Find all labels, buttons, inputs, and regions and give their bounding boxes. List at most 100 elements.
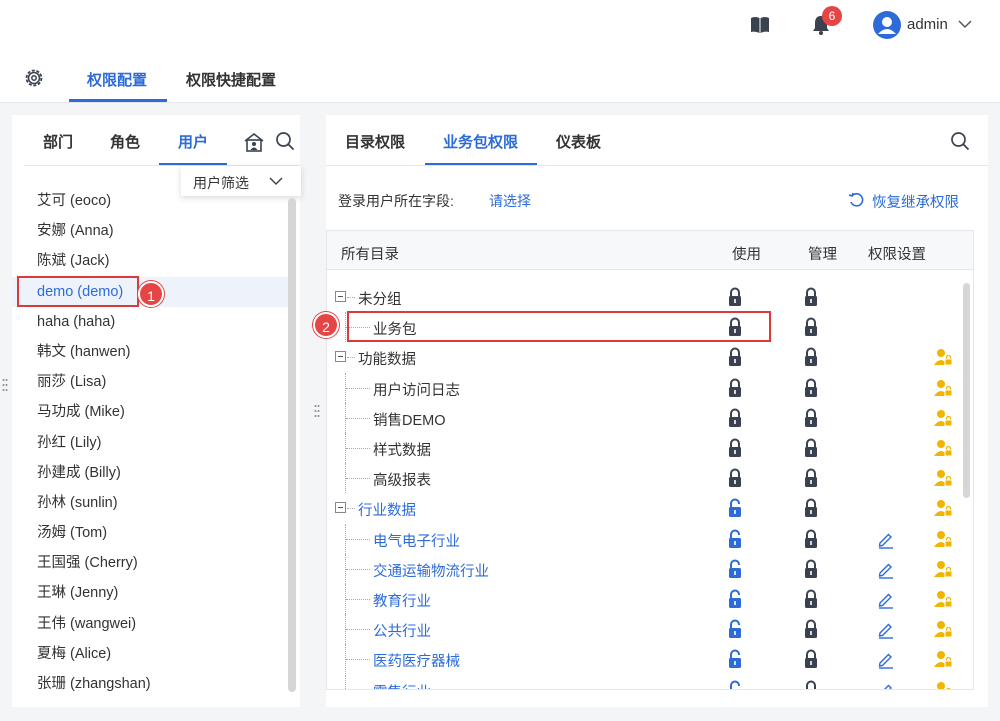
table-row[interactable]: 销售DEMO: [327, 402, 957, 433]
collapse-toggle-icon[interactable]: [335, 291, 346, 302]
edit-icon[interactable]: [877, 682, 895, 690]
user-permission-icon[interactable]: [933, 680, 953, 690]
directory-name[interactable]: 交通运输物流行业: [373, 560, 489, 581]
user-list-item[interactable]: 汤姆 (Tom): [12, 518, 288, 548]
use-lock-icon[interactable]: [727, 649, 743, 669]
edit-icon[interactable]: [877, 651, 895, 670]
manage-lock-icon[interactable]: [803, 619, 819, 639]
manage-lock-icon[interactable]: [803, 317, 819, 337]
use-lock-icon[interactable]: [727, 408, 743, 428]
user-list-item[interactable]: 韩文 (hanwen): [12, 337, 288, 367]
edit-icon[interactable]: [877, 531, 895, 549]
user-permission-icon[interactable]: [933, 347, 953, 367]
tab-dashboard[interactable]: 仪表板: [556, 131, 601, 152]
table-row[interactable]: 零售行业: [327, 674, 957, 690]
table-row[interactable]: 高级报表: [327, 463, 957, 494]
user-list-item[interactable]: haha (haha): [12, 307, 288, 337]
user-list-item[interactable]: 丽莎 (Lisa): [12, 367, 288, 397]
tab-package-permission[interactable]: 业务包权限: [443, 131, 518, 152]
use-lock-icon[interactable]: [727, 347, 743, 367]
gear-icon[interactable]: [23, 67, 45, 89]
user-permission-icon[interactable]: [933, 408, 953, 428]
user-list-item[interactable]: 王国强 (Cherry): [12, 548, 288, 578]
collapse-toggle-icon[interactable]: [335, 502, 346, 514]
user-permission-icon[interactable]: [933, 378, 953, 398]
table-row[interactable]: 教育行业: [327, 584, 957, 614]
org-structure-icon[interactable]: [243, 131, 265, 153]
edit-icon[interactable]: [877, 591, 895, 609]
table-row[interactable]: 功能数据: [327, 342, 957, 372]
table-row[interactable]: 交通运输物流行业: [327, 553, 957, 584]
user-permission-icon[interactable]: [933, 619, 953, 639]
user-list-item[interactable]: 马功成 (Mike): [12, 397, 288, 427]
collapse-toggle-icon[interactable]: [335, 351, 346, 363]
manage-lock-icon[interactable]: [803, 378, 819, 398]
table-row[interactable]: 医药医疗器械: [327, 644, 957, 675]
user-list-item[interactable]: 孙红 (Lily): [12, 428, 288, 458]
table-row[interactable]: 行业数据: [327, 493, 957, 523]
user-list-item[interactable]: 夏梅 (Alice): [12, 639, 288, 669]
table-scrollbar[interactable]: [963, 283, 970, 498]
manage-lock-icon[interactable]: [803, 498, 819, 518]
edit-icon[interactable]: [877, 621, 895, 639]
user-list-item[interactable]: 孙林 (sunlin): [12, 488, 288, 518]
user-avatar-icon[interactable]: [873, 11, 901, 39]
user-name[interactable]: admin: [907, 16, 948, 33]
use-lock-icon[interactable]: [727, 559, 743, 579]
use-lock-icon[interactable]: [727, 378, 743, 398]
manage-lock-icon[interactable]: [803, 559, 819, 579]
user-filter-dropdown[interactable]: 用户筛选: [181, 166, 301, 196]
manage-lock-icon[interactable]: [803, 649, 819, 669]
use-lock-icon[interactable]: [727, 438, 743, 458]
tab-permission-quick-config[interactable]: 权限快捷配置: [186, 69, 276, 90]
directory-name[interactable]: 公共行业: [373, 620, 431, 641]
restore-inherit-button[interactable]: 恢复继承权限: [872, 191, 959, 212]
user-permission-icon[interactable]: [933, 589, 953, 609]
manage-lock-icon[interactable]: [803, 287, 819, 307]
table-row[interactable]: 公共行业: [327, 614, 957, 645]
directory-name[interactable]: 电气电子行业: [373, 530, 460, 551]
directory-name[interactable]: 医药医疗器械: [373, 650, 460, 671]
use-lock-icon[interactable]: [727, 589, 743, 609]
table-row[interactable]: 用户访问日志: [327, 372, 957, 403]
user-list-item[interactable]: 陈斌 (Jack): [12, 246, 288, 276]
user-permission-icon[interactable]: [933, 438, 953, 458]
use-lock-icon[interactable]: [727, 498, 743, 518]
use-lock-icon[interactable]: [727, 287, 743, 307]
edit-icon[interactable]: [877, 561, 895, 579]
directory-name[interactable]: 零售行业: [373, 681, 431, 689]
restore-icon[interactable]: [848, 192, 864, 208]
user-permission-icon[interactable]: [933, 468, 953, 488]
user-list-item[interactable]: 王琳 (Jenny): [12, 578, 288, 608]
chevron-down-icon[interactable]: [957, 16, 973, 32]
use-lock-icon[interactable]: [727, 680, 743, 690]
tab-user[interactable]: 用户: [178, 131, 208, 152]
manage-lock-icon[interactable]: [803, 347, 819, 367]
manage-lock-icon[interactable]: [803, 468, 819, 488]
user-permission-icon[interactable]: [933, 529, 953, 549]
table-row[interactable]: 未分组: [327, 282, 957, 312]
use-lock-icon[interactable]: [727, 468, 743, 488]
manage-lock-icon[interactable]: [803, 529, 819, 549]
search-icon[interactable]: [275, 131, 295, 151]
use-lock-icon[interactable]: [727, 619, 743, 639]
user-permission-icon[interactable]: [933, 498, 953, 518]
manage-lock-icon[interactable]: [803, 680, 819, 690]
user-list-item[interactable]: 孙建成 (Billy): [12, 458, 288, 488]
tab-role[interactable]: 角色: [110, 131, 140, 152]
user-permission-icon[interactable]: [933, 559, 953, 579]
drag-handle-icon[interactable]: [2, 378, 8, 392]
drag-handle-icon[interactable]: [314, 404, 320, 418]
user-permission-icon[interactable]: [933, 649, 953, 669]
manage-lock-icon[interactable]: [803, 589, 819, 609]
use-lock-icon[interactable]: [727, 529, 743, 549]
manage-lock-icon[interactable]: [803, 408, 819, 428]
user-list-item[interactable]: 王伟 (wangwei): [12, 609, 288, 639]
book-icon[interactable]: [750, 16, 770, 34]
login-field-select[interactable]: 请选择: [489, 191, 531, 211]
user-list-scrollbar[interactable]: [288, 198, 296, 692]
table-row[interactable]: 样式数据: [327, 433, 957, 463]
tab-permission-config[interactable]: 权限配置: [87, 69, 147, 90]
manage-lock-icon[interactable]: [803, 438, 819, 458]
tab-directory-permission[interactable]: 目录权限: [345, 131, 405, 152]
